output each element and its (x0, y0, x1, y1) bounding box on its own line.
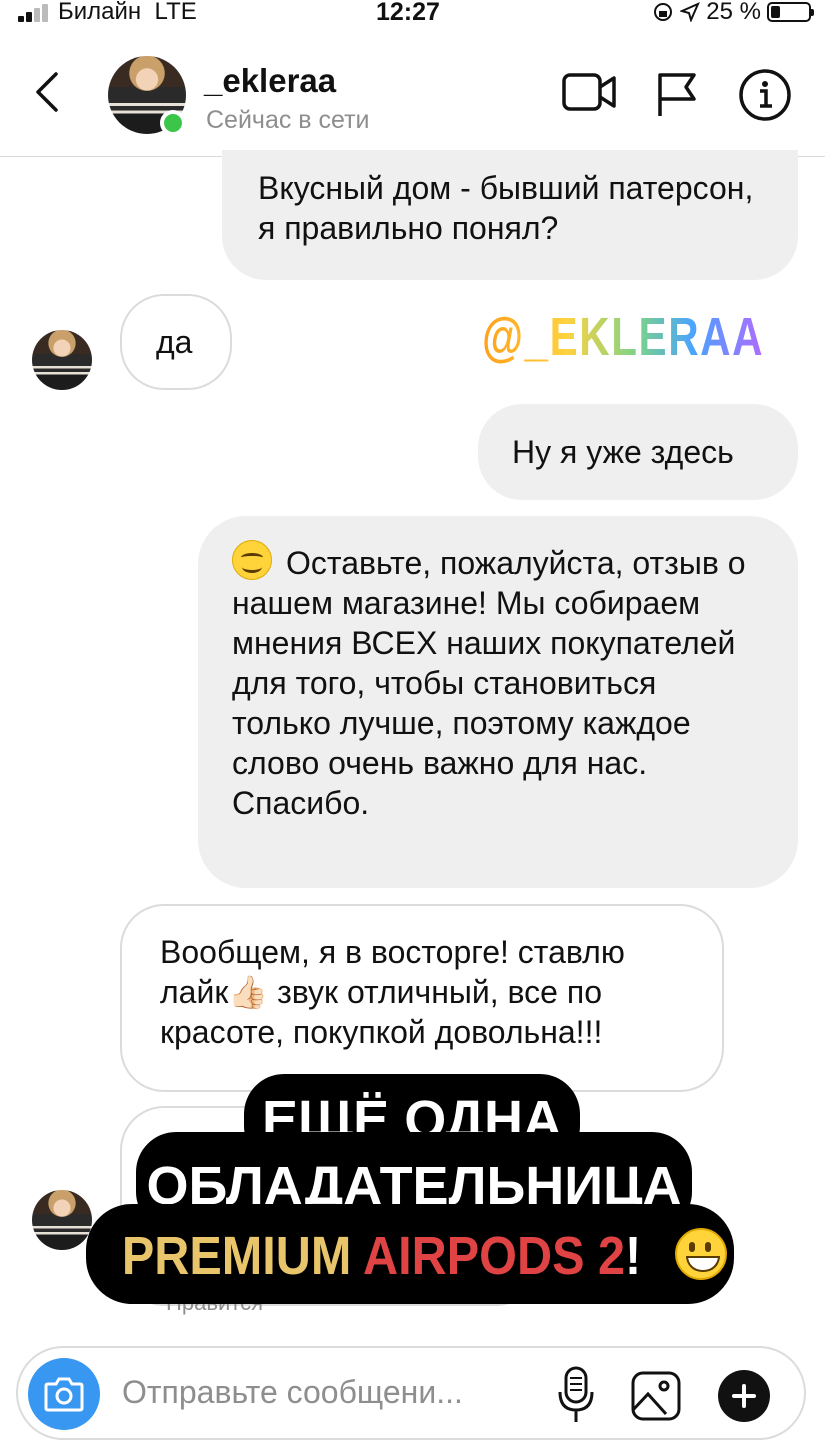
watermark-text: @_EKLERAA (482, 307, 765, 367)
overlay-premium: PREMIUM (122, 1226, 352, 1286)
status-right: 25 % (652, 0, 814, 26)
back-chevron-icon[interactable] (34, 70, 60, 114)
carrier-label: Билайн LTE (58, 0, 197, 25)
info-icon[interactable] (738, 68, 792, 122)
camera-icon (44, 1377, 84, 1412)
chat-header: _ekleraa Сейчас в сети (0, 32, 825, 157)
overlay-airpods: AIRPODS 2 (363, 1226, 626, 1286)
message-outgoing[interactable]: Оставьте, пожалуйста, отзыв о нашем мага… (198, 516, 798, 888)
message-outgoing[interactable]: Вкусный дом - бывший патерсон, я правиль… (222, 150, 798, 280)
presence-status: Сейчас в сети (206, 106, 370, 134)
lock-rotation-icon (654, 3, 673, 21)
avatar[interactable] (32, 1190, 92, 1250)
plus-icon[interactable] (718, 1370, 770, 1422)
username[interactable]: _ekleraa (204, 62, 336, 100)
battery-percent: 25 % (706, 0, 761, 25)
gallery-icon[interactable] (630, 1370, 682, 1422)
battery-icon (767, 2, 814, 22)
overlay-exclamation: ! (625, 1226, 642, 1286)
clock: 12:27 (376, 0, 440, 26)
message-input[interactable]: Отправьте сообщени... (122, 1374, 463, 1411)
signal-icon (18, 4, 52, 22)
online-indicator (160, 110, 186, 136)
microphone-icon[interactable] (556, 1366, 596, 1424)
message-incoming[interactable]: Вообщем, я в восторге! ставлю лайк👍🏻 зву… (120, 904, 724, 1092)
smile-emoji-icon (232, 540, 272, 580)
message-text: Оставьте, пожалуйста, отзыв о нашем мага… (232, 545, 746, 821)
overlay-line-3: PREMIUM AIRPODS 2! (86, 1204, 734, 1304)
message-composer: Отправьте сообщени... (16, 1346, 806, 1440)
status-bar: Билайн LTE 12:27 25 % (0, 0, 825, 30)
message-incoming[interactable]: да (120, 294, 232, 390)
flag-icon[interactable] (654, 72, 700, 118)
camera-button[interactable] (28, 1358, 100, 1430)
location-icon (680, 2, 701, 22)
grin-emoji-icon (674, 1228, 727, 1280)
video-call-icon[interactable] (562, 72, 616, 112)
message-outgoing[interactable]: Ну я уже здесь (478, 404, 798, 500)
avatar[interactable] (32, 330, 92, 390)
